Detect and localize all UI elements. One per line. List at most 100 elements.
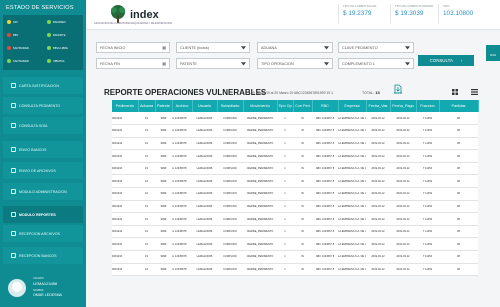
table-cell: m 12345678 (172, 225, 192, 239)
table-cell: 1 (277, 124, 293, 138)
table-cell: 9001234 (112, 187, 138, 201)
column-header[interactable]: Pedimento (112, 100, 139, 112)
table-row[interactable]: 9001234 19 9999 m 12345678 LEMA123456 CUMPLID… (112, 187, 478, 201)
aduana-select[interactable]: ADUANA (257, 42, 333, 53)
table-row[interactable]: 9001234 19 9999 m 12345678 LEMA123456 CUMPLID… (112, 225, 478, 239)
column-header[interactable]: Archivo (172, 100, 193, 112)
table-cell: 9001234 (112, 250, 138, 264)
search-icon (11, 123, 16, 128)
view-toggle[interactable] (451, 88, 479, 96)
table-cell: 9001234 (112, 162, 138, 176)
patente-select[interactable]: PATENTE (176, 58, 250, 69)
table-cell: CIERRE_PEDIMENTO (243, 162, 277, 176)
fecha-fin-input[interactable]: FECHA FIN ▦ (96, 58, 170, 69)
service-status-panel: SAT BANAMEX BBV BANORTE SANTANDER BBVA L… (3, 15, 83, 70)
table-cell: 9001234 (112, 237, 138, 252)
table-cell: LEMA123456 (192, 162, 217, 176)
table-cell: 9999 (155, 124, 172, 138)
table-cell: 7 11254 (416, 212, 439, 226)
table-cell: 9999 (155, 137, 172, 151)
tipo-operacion-select[interactable]: TIPO OPERACION (257, 58, 333, 69)
column-header[interactable]: Fecha_Vas (366, 100, 391, 112)
cliente-select[interactable]: CLIENTE (todos) (176, 42, 250, 53)
column-header[interactable]: Empresa (338, 100, 367, 112)
menu-carta-justificacion[interactable]: CARTA JUSTIFICACION (3, 77, 83, 94)
column-header[interactable]: Fecha_Pago (390, 100, 417, 112)
table-row[interactable]: 9001234 19 9999 m 12345678 LEMA123456 CUMPLID… (112, 174, 478, 189)
table-cell: CIERRE_PEDIMENTO (243, 137, 277, 151)
menu-recepcion-bancos[interactable]: RECEPCION BANCOS (3, 247, 83, 264)
table-cell: CUMPLIDO (217, 162, 243, 176)
table-cell: 19 (138, 187, 155, 201)
table-cell: 19 (138, 212, 155, 226)
table-cell: CUMPLIDO (217, 112, 243, 126)
table-cell: 19 (138, 162, 155, 176)
column-header[interactable]: Partidas (439, 100, 479, 112)
download-icon[interactable] (393, 84, 403, 94)
clave-pedimento-select[interactable]: CLAVE PEDIMENTO (338, 42, 414, 53)
table-cell: CIERRE_PEDIMENTO (243, 124, 277, 138)
table-cell: LEMA123456 (192, 112, 217, 126)
table-cell: 2019-03-12 (390, 212, 416, 226)
fecha-inicio-input[interactable]: FECHA INICIO ▦ (96, 42, 170, 53)
column-header[interactable]: Aduana (138, 100, 156, 112)
table-cell: CIERRE_PEDIMENTO (243, 112, 277, 126)
table-row[interactable]: 9001234 19 9999 m 12345678 LEMA123456 CUMPLID… (112, 137, 478, 151)
table-cell: 38 (439, 124, 478, 138)
table-cell: 7 11254 (416, 237, 439, 252)
upload-icon (11, 168, 16, 173)
table-cell: CIERRE_PEDIMENTO (243, 212, 277, 226)
table-cell: 7 11254 (416, 149, 439, 163)
column-header[interactable]: RBC (312, 100, 339, 112)
complemento-select[interactable]: COMPLEMENTO 1 (338, 58, 414, 69)
table-cell: 9999 (155, 187, 172, 201)
menu-consulta-soia[interactable]: CONSULTA SOIA (3, 117, 83, 134)
table-cell: 2019-03-12 (390, 149, 416, 163)
table-cell: ABC 1234567 8 (312, 112, 338, 126)
column-header[interactable]: Movimiento (243, 100, 278, 112)
status-dot-icon (47, 46, 51, 50)
table-row[interactable]: 9001234 19 9999 m 12345678 LEMA123456 CUMPLID… (112, 237, 478, 252)
menu-envio-bancos[interactable]: ENVIO BANCOS (3, 141, 83, 158)
table-cell: IN (293, 162, 312, 176)
table-header-row: Pedimento Aduana Patente Archivo Usuario Subs… (112, 100, 479, 112)
table-cell: IN (293, 263, 312, 277)
calendar-icon[interactable]: ▦ (162, 45, 166, 50)
table-cell: CIERRE_PEDIMENTO (243, 250, 277, 264)
table-row[interactable]: 9001234 19 9999 m 12345678 LEMA123456 CUMPLID… (112, 149, 478, 163)
table-row[interactable]: 9001234 19 9999 m 12345678 LEMA123456 CUMPLID… (112, 212, 478, 226)
download-folder-icon (11, 231, 16, 236)
table-cell: CIERRE_PEDIMENTO (243, 225, 277, 239)
table-row[interactable]: 9001234 19 9999 m 12345678 LEMA123456 CUMPLID… (112, 200, 478, 214)
column-header[interactable]: Fraccion (416, 100, 440, 112)
column-header[interactable]: Usuario (192, 100, 218, 112)
menu-envio-archivos[interactable]: ENVIO DE ARCHIVOS (3, 162, 83, 179)
table-cell: 9001234 (112, 174, 138, 189)
table-row[interactable]: 9001234 19 9999 m 12345678 LEMA123456 CUMPLID… (112, 124, 478, 138)
column-header[interactable]: Cve Ped (293, 100, 313, 112)
column-header[interactable]: Patente (155, 100, 173, 112)
table-row[interactable]: 9001234 19 9999 m 12345678 LEMA123456 CUMPLID… (112, 250, 478, 264)
calendar-icon[interactable]: ▦ (162, 61, 166, 66)
column-header[interactable]: Tipo Op (277, 100, 294, 112)
status-santander-2: SANTANDER (7, 59, 29, 63)
table-row[interactable]: 9001234 19 9999 m 12345678 LEMA123456 CUMPLID… (112, 112, 478, 126)
soia-side-tab[interactable]: SOIA (486, 45, 500, 61)
table-cell: CIERRE_PEDIMENTO (243, 200, 277, 214)
total-count: TOTAL: 13 (362, 90, 380, 95)
column-header[interactable]: Subsidiado (217, 100, 244, 112)
menu-consulta-pedimento[interactable]: CONSULTA PEDIMENTO (3, 97, 83, 114)
table-cell: CUMPLIDO (217, 250, 243, 264)
menu-modulo-administracion[interactable]: MODULO ADMINISTRACION (3, 183, 83, 200)
table-cell: 38 (439, 137, 478, 151)
table-cell: 2019-03-12 (390, 225, 416, 239)
menu-modulo-reportes[interactable]: MODULO REPORTES (3, 206, 83, 223)
consulta-button[interactable]: CONSULTA › (418, 55, 474, 66)
menu-recepcion-archivos[interactable]: RECEPCION ARCHIVOS (3, 225, 83, 242)
table-row[interactable]: 9001234 19 9999 m 12345678 LEMA123456 CUMPLID… (112, 162, 478, 176)
table-cell: 9999 (155, 112, 172, 126)
table-cell: 9999 (155, 212, 172, 226)
table-row[interactable]: 9001234 19 9999 m 12345678 LEMA123456 CUMPLID… (112, 263, 478, 277)
avatar[interactable] (8, 279, 26, 297)
table-cell: LA EMPRESA S.A. DE C.V. (338, 263, 366, 277)
